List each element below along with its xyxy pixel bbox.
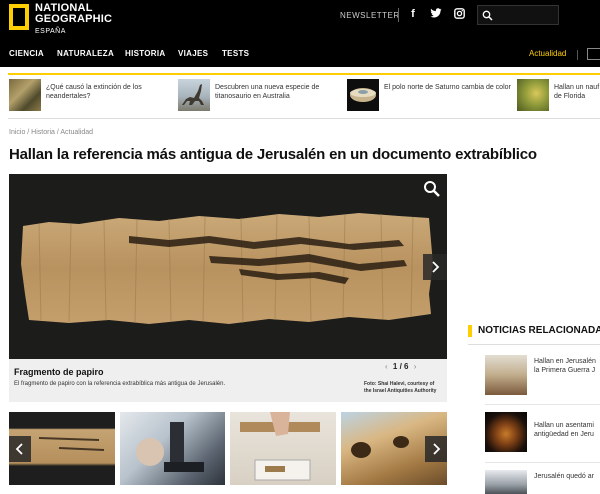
divider: [485, 404, 600, 405]
strip-text-1: ¿Qué causó la extinción de los: [46, 84, 142, 91]
natgeo-logo[interactable]: NATIONAL GEOGRAPHIC ESPAÑA: [35, 3, 112, 37]
strip-text-2: neandertales?: [46, 93, 91, 100]
strip-text-2: titanosaurio en Australia: [215, 93, 290, 100]
divider: [398, 8, 399, 22]
microscope-thumb-image: [136, 422, 204, 472]
related-line-2: la Primera Guerra J: [534, 367, 596, 374]
natgeo-logo-frame[interactable]: [9, 4, 29, 30]
related-text: Hallan en Jerusalén la Primera Guerra J: [534, 357, 600, 375]
saturn-image: [350, 88, 376, 102]
divider: [485, 462, 600, 463]
chevron-right-icon: [432, 261, 440, 273]
related-line-2: antigüedad en Jeru: [534, 431, 594, 438]
nav-item-ciencia[interactable]: CIENCIA: [9, 49, 44, 58]
related-thumb: [485, 470, 527, 494]
related-line-1: Hallan en Jerusalén: [534, 358, 596, 365]
related-line-1: Hallan un asentami: [534, 422, 594, 429]
strip-text-1: Descubren una nueva especie de: [215, 84, 320, 91]
nav-item-viajes[interactable]: VIAJES: [178, 49, 208, 58]
papyrus-display-thumb-image: [240, 412, 320, 481]
strip-thumb: [178, 79, 210, 111]
strip-thumb: [347, 79, 379, 111]
caption-title: Fragmento de papiro: [14, 367, 104, 377]
strip-text-2: de Florida: [554, 93, 586, 100]
logo-sub: ESPAÑA: [35, 28, 66, 35]
dinosaur-image: [182, 84, 204, 105]
strip-thumb: [517, 79, 549, 111]
nav-item-historia[interactable]: HISTORIA: [125, 49, 165, 58]
related-text: Hallan un asentami antigüedad en Jeru: [534, 421, 600, 439]
page-title: Hallan la referencia más antigua de Jeru…: [9, 146, 537, 163]
gallery-caption: Fragmento de papiro El fragmento de papi…: [9, 359, 447, 402]
news-strip: ¿Qué causó la extinción de los neanderta…: [0, 73, 600, 119]
related-line-1: Jerusalén quedó ar: [534, 473, 594, 480]
nav-actualidad[interactable]: Actualidad: [529, 49, 566, 58]
chevron-right-icon: [433, 443, 441, 455]
strip-text-1: El polo norte de Saturno cambia de color: [384, 84, 511, 91]
logo-line-2: GEOGRAPHIC: [35, 13, 113, 25]
strip-divider: [8, 118, 600, 119]
thumbs-next-button[interactable]: [425, 436, 447, 462]
related-text: Jerusalén quedó ar: [534, 472, 600, 481]
gallery-next-button[interactable]: [423, 254, 447, 280]
credit-line-1: Foto: Shai Halevi, courtesy of: [364, 381, 435, 387]
breadcrumb[interactable]: Inicio / Historia / Actualidad: [9, 129, 93, 136]
strip-item[interactable]: Descubren una nueva especie de titanosau…: [178, 79, 348, 113]
gallery-thumb[interactable]: [230, 412, 336, 485]
caption-description: El fragmento de papiro con la referencia…: [14, 381, 226, 387]
search-icon: [482, 10, 493, 21]
pager-count: 1 / 6: [392, 362, 409, 371]
strip-thumb: [9, 79, 41, 111]
divider: [468, 344, 600, 345]
related-news-title: NOTICIAS RELACIONADAS: [478, 325, 600, 336]
divider: [577, 50, 578, 60]
strip-item[interactable]: El polo norte de Saturno cambia de color: [347, 79, 517, 113]
credit-line-2: the Israel Antiquities Authority: [364, 388, 437, 394]
search-input[interactable]: [477, 5, 559, 25]
main-nav: CIENCIA NATURALEZA HISTORIA VIAJES TESTS…: [0, 40, 600, 67]
zoom-icon[interactable]: [423, 180, 441, 203]
related-thumb: [485, 355, 527, 395]
related-accent: [468, 325, 472, 337]
gallery-thumb[interactable]: [120, 412, 225, 485]
twitter-icon[interactable]: [430, 8, 442, 20]
strip-text: El polo norte de Saturno cambia de color: [384, 83, 511, 92]
strip-accent-line: [8, 73, 600, 75]
nav-item-tests[interactable]: TESTS: [222, 49, 249, 58]
strip-text-1: Hallan un nauf: [554, 84, 600, 91]
top-bar: NATIONAL GEOGRAPHIC ESPAÑA NEWSLETTER f: [0, 0, 600, 40]
strip-item[interactable]: ¿Qué causó la extinción de los neanderta…: [9, 79, 179, 113]
pager-prev-icon[interactable]: ‹: [385, 362, 388, 371]
gallery-main-image[interactable]: [9, 174, 447, 359]
papyrus-image: [21, 213, 433, 324]
chevron-left-icon: [15, 443, 23, 455]
newsletter-link[interactable]: NEWSLETTER: [340, 11, 400, 20]
facebook-icon[interactable]: f: [407, 8, 419, 20]
photo-credit: Foto: Shai Halevi, courtesy of the Israe…: [364, 381, 436, 395]
instagram-icon[interactable]: [453, 8, 465, 20]
thumbs-prev-button[interactable]: [9, 436, 31, 462]
pager-next-icon[interactable]: ›: [414, 362, 417, 371]
related-thumb: [485, 412, 527, 452]
strip-item[interactable]: Hallan un nauf de Florida: [517, 79, 600, 113]
strip-text: Descubren una nueva especie de titanosau…: [215, 83, 319, 101]
strip-text: Hallan un nauf de Florida: [554, 83, 599, 101]
gallery-pager: ‹ 1 / 6 ›: [385, 362, 416, 371]
nav-item-naturaleza[interactable]: NATURALEZA: [57, 49, 114, 58]
strip-text: ¿Qué causó la extinción de los neanderta…: [46, 83, 142, 101]
menu-icon[interactable]: [587, 48, 600, 60]
